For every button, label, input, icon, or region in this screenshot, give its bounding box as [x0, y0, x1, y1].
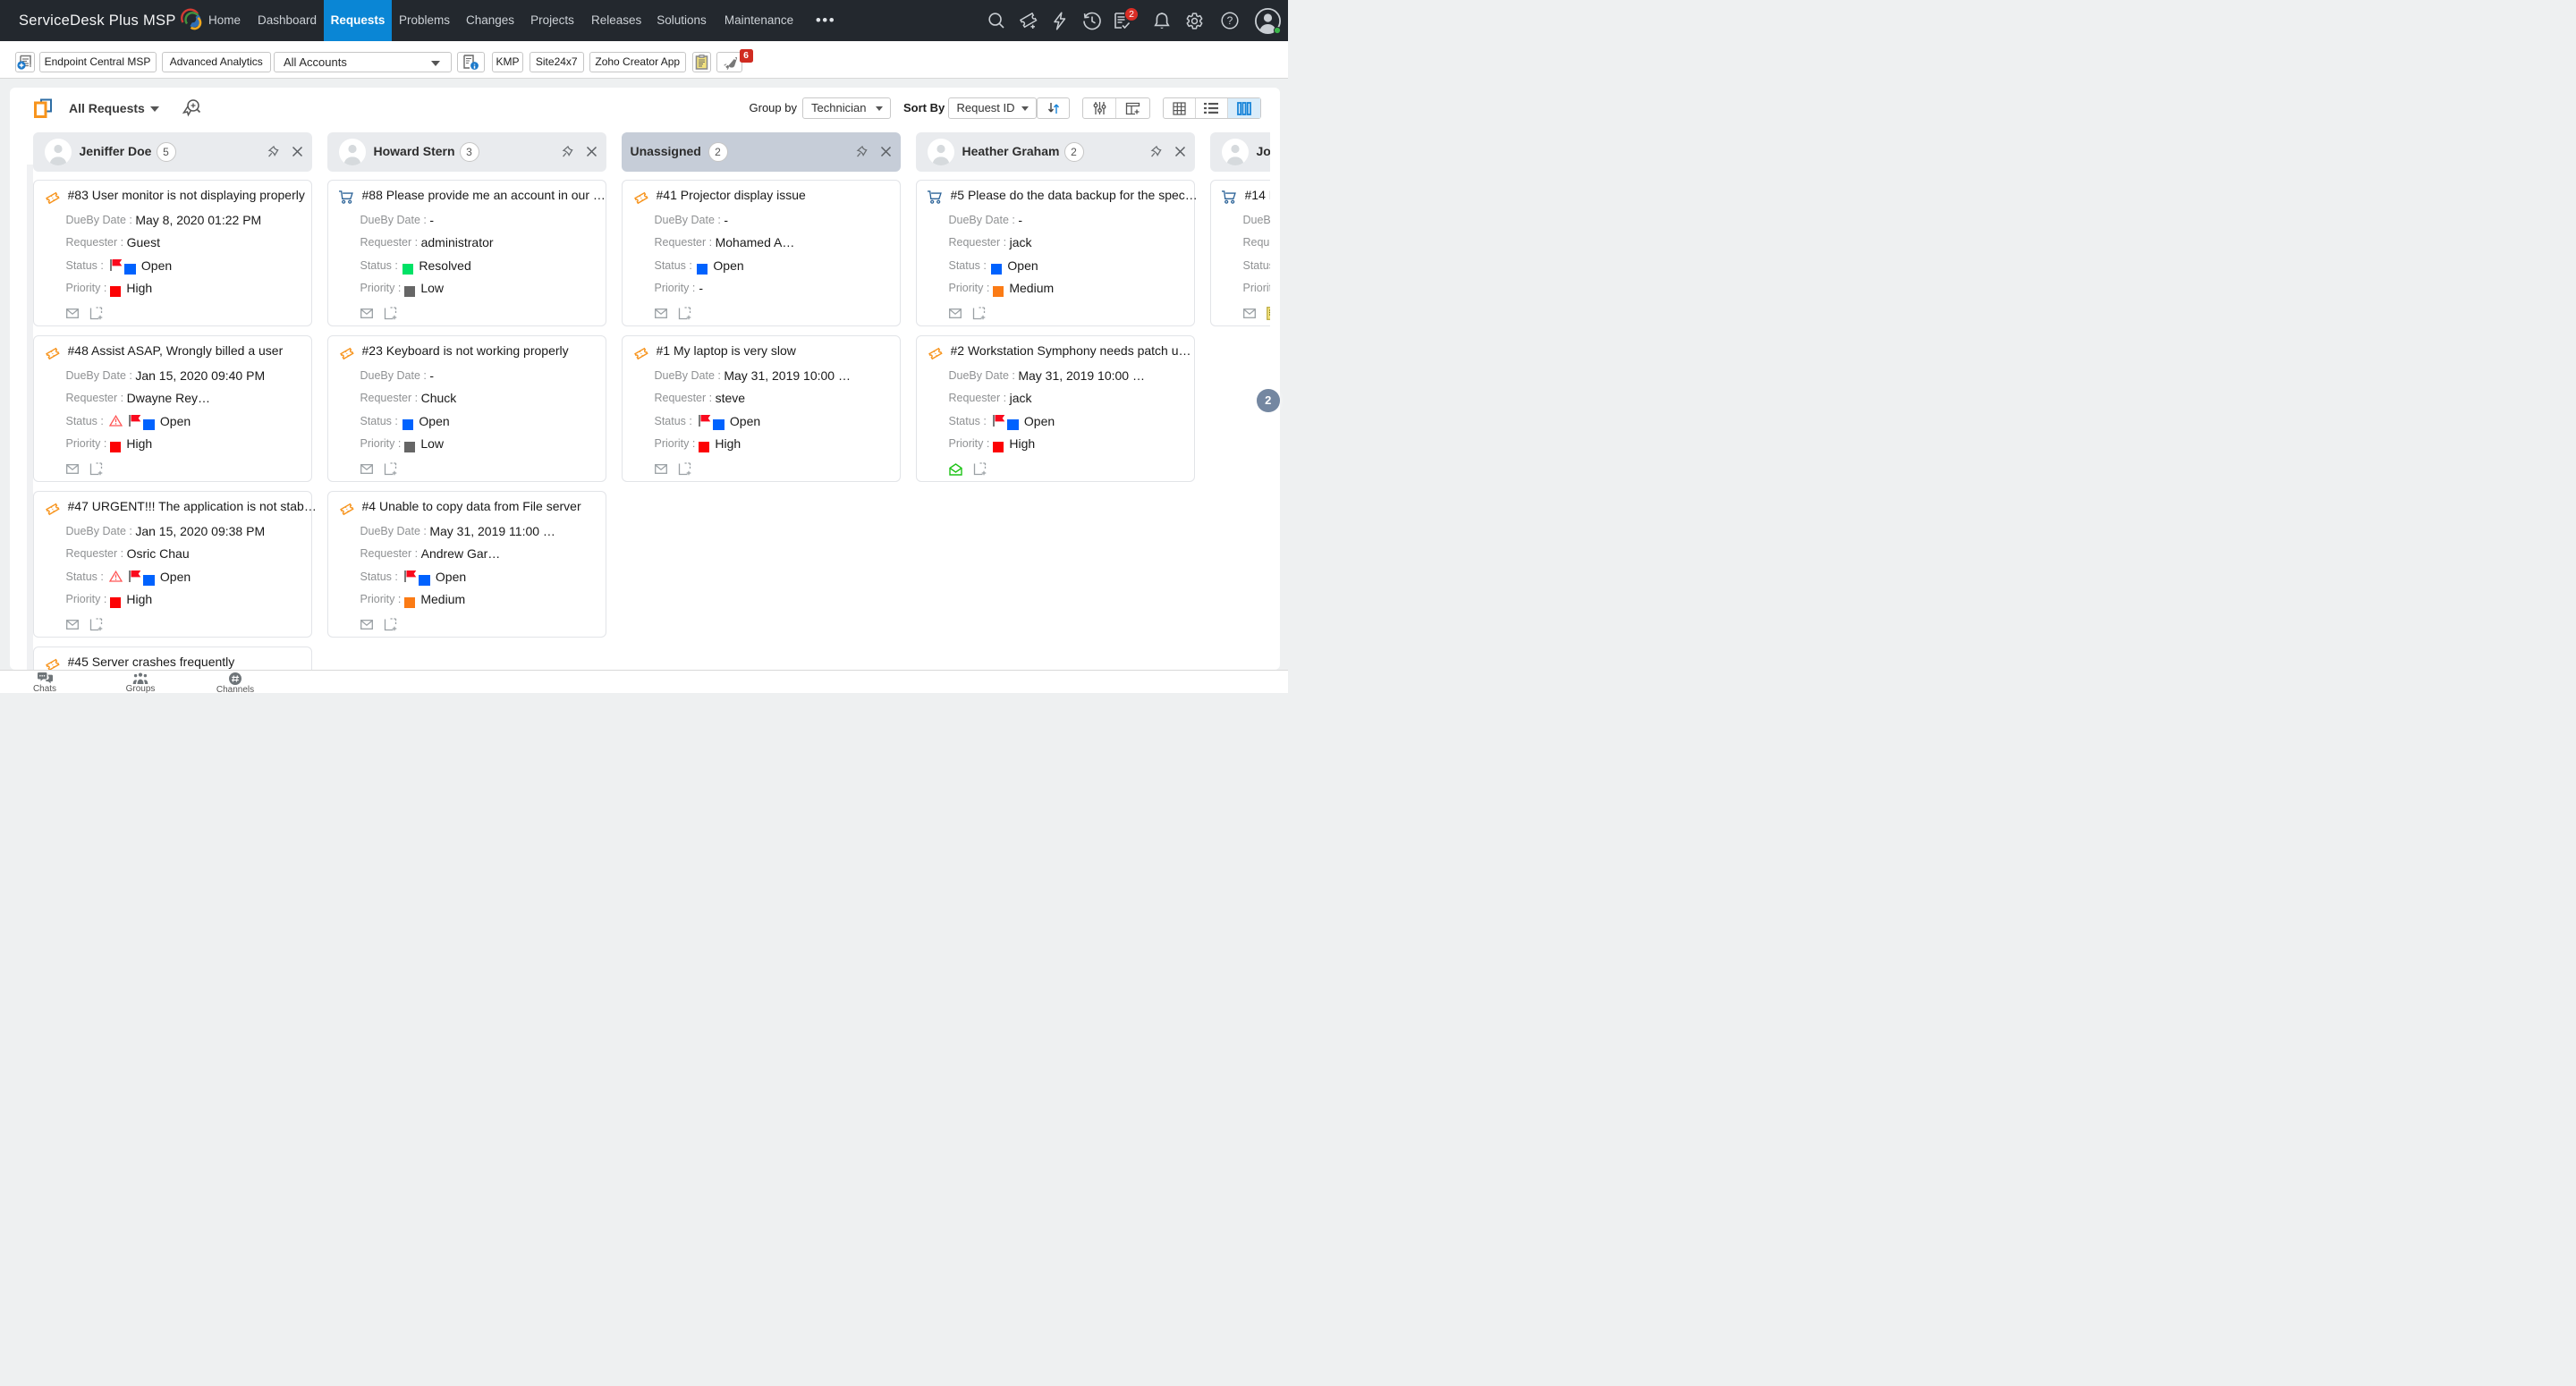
svg-text:?: ? — [1227, 14, 1233, 27]
